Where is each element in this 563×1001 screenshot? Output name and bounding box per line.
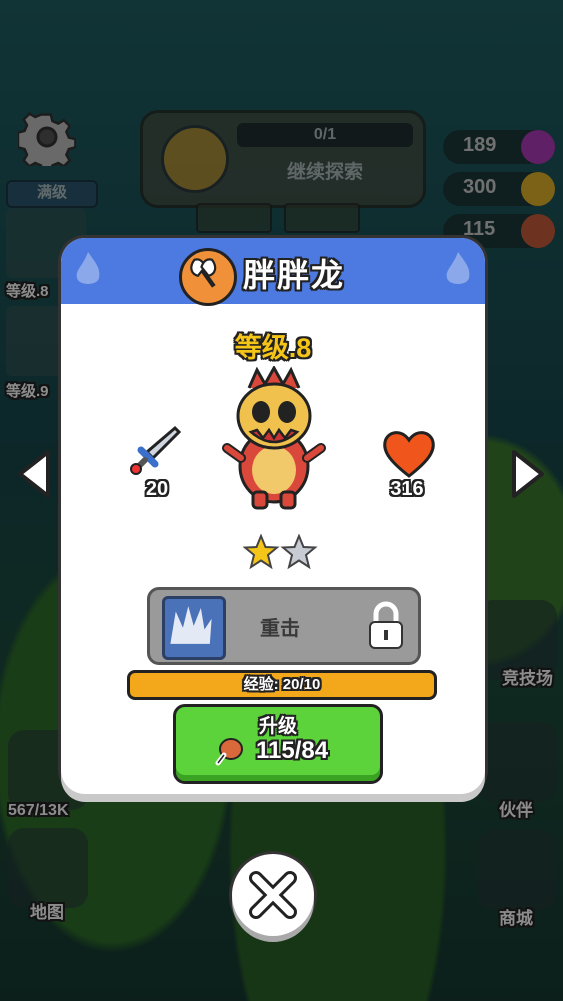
close-button[interactable] xyxy=(232,854,314,936)
lock-icon xyxy=(369,601,403,649)
sword-attack-icon xyxy=(130,425,181,475)
flame-decor-icon xyxy=(446,252,470,284)
axe-class-icon xyxy=(179,248,237,306)
upgrade-cost: 115/84 xyxy=(256,737,329,764)
heart-hp-icon xyxy=(383,431,435,478)
xp-bar: 经验: 20/10 xyxy=(127,670,437,700)
close-icon xyxy=(249,871,297,919)
skill-name: 重击 xyxy=(260,618,300,640)
star-empty-icon xyxy=(280,534,318,570)
pet-name: 胖胖龙 xyxy=(243,257,346,293)
attack-value: 20 xyxy=(145,478,169,500)
flame-decor-icon xyxy=(76,252,100,284)
hp-value: 316 xyxy=(390,478,424,500)
star-filled-icon xyxy=(243,534,280,570)
skill-slot[interactable]: 重击 xyxy=(147,587,421,665)
meat-cost-icon xyxy=(215,738,243,766)
upgrade-button[interactable]: 升级 115/84 xyxy=(173,704,383,784)
modal-header: 胖胖龙 xyxy=(61,238,485,306)
next-arrow-icon[interactable] xyxy=(508,448,548,500)
pet-detail-modal: 胖胖龙 等级.8 20 316 重击 经验: 20/10 升级 115/84 xyxy=(61,238,485,794)
upgrade-label: 升级 xyxy=(258,716,297,737)
prev-arrow-icon[interactable] xyxy=(14,448,54,500)
star-rating xyxy=(243,534,318,570)
pet-portrait xyxy=(222,366,326,510)
pet-level: 等级.8 xyxy=(234,333,312,363)
smash-skill-icon xyxy=(162,596,226,660)
